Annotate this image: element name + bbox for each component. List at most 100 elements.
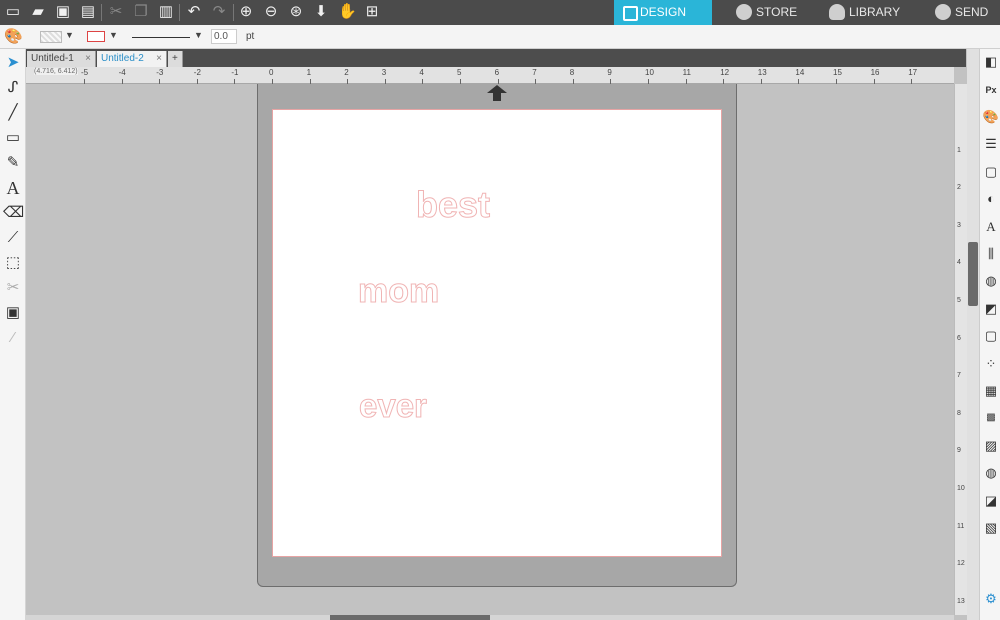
design-page[interactable]: [272, 109, 722, 557]
scissors-tool-icon[interactable]: ✂: [3, 278, 23, 298]
sketch-panel-icon[interactable]: ⁘: [982, 355, 1000, 373]
tab-store-label: STORE: [756, 5, 798, 19]
trace-panel-icon[interactable]: ▩: [982, 409, 1000, 427]
new-document-icon[interactable]: ▭: [4, 3, 22, 21]
horizontal-scrollbar[interactable]: [26, 615, 954, 620]
fill-color-swatch[interactable]: [40, 31, 62, 43]
print-icon[interactable]: ▤: [79, 3, 97, 21]
send-check-icon: [935, 4, 951, 20]
trace-tool-icon[interactable]: ▣: [3, 303, 23, 323]
tab-store[interactable]: STORE: [730, 0, 818, 25]
horizontal-scrollbar-thumb[interactable]: [330, 615, 490, 620]
eraser-tool-icon[interactable]: ⌫: [3, 203, 24, 223]
ruler-label: 11: [682, 68, 691, 77]
ruler-tick: [760, 79, 762, 84]
ruler-label: 3: [957, 221, 961, 229]
line-style-preview[interactable]: [132, 37, 190, 38]
offset-panel-icon[interactable]: ▢: [982, 327, 1000, 345]
vertical-ruler: 1 2 3 4 5 6 7 8 9 10 11 12 13: [954, 84, 967, 615]
ruler-label: -2: [193, 68, 201, 77]
tab-library[interactable]: LIBRARY: [823, 0, 923, 25]
cursor-coordinates: (4.716, 6.412): [34, 68, 78, 75]
fill-panel-icon[interactable]: 🎨: [982, 108, 1000, 126]
modify-panel-icon[interactable]: ◩: [982, 300, 1000, 318]
settings-gear-icon[interactable]: ⚙: [982, 590, 1000, 608]
cloud-icon: [829, 4, 845, 20]
tab-untitled-1[interactable]: Untitled-1 ×: [27, 51, 96, 67]
pencil-tool-icon[interactable]: ✎: [3, 153, 23, 173]
ruler-tick: [159, 79, 161, 84]
ruler-label: 0: [269, 68, 274, 77]
copy-icon[interactable]: ❐: [132, 3, 150, 21]
open-folder-icon[interactable]: ▰: [29, 3, 47, 21]
fill-dropdown-arrow-icon[interactable]: ▼: [65, 30, 74, 40]
text-object-mom[interactable]: mom: [357, 274, 439, 309]
line-width-unit: pt: [246, 31, 255, 42]
warp-panel-icon[interactable]: ◪: [982, 492, 1000, 510]
paste-icon[interactable]: ▥: [157, 3, 175, 21]
fit-to-page-icon[interactable]: ⊞: [363, 3, 381, 21]
add-tab-button[interactable]: +: [168, 51, 183, 67]
text-object-ever[interactable]: ever: [359, 389, 428, 423]
ruler-label: 5: [957, 297, 961, 304]
redo-icon[interactable]: ↷: [210, 3, 228, 21]
select-arrow-icon[interactable]: ➤: [3, 53, 23, 73]
crop-tool-icon[interactable]: ⬚: [3, 253, 23, 273]
knife-tool-icon[interactable]: ⟋: [3, 228, 23, 248]
rectangle-tool-icon[interactable]: ▭: [3, 128, 23, 148]
replicate-panel-icon[interactable]: ◍: [982, 272, 1000, 290]
ruler-label: 7: [532, 68, 537, 77]
shadow-panel-icon[interactable]: ◐: [982, 190, 1000, 208]
undo-icon[interactable]: ↶: [185, 3, 203, 21]
close-icon[interactable]: ×: [85, 51, 91, 67]
line-style-dropdown-icon[interactable]: ▼: [194, 30, 203, 40]
vertical-scrollbar-thumb[interactable]: [968, 242, 978, 306]
ruler-label: 17: [908, 68, 918, 77]
zoom-out-icon[interactable]: ⊖: [262, 3, 280, 21]
ruler-tick: [121, 79, 123, 84]
page-setup-icon[interactable]: ◧: [982, 53, 1000, 71]
line-width-input[interactable]: [211, 29, 237, 44]
palette-icon[interactable]: 🎨: [4, 28, 23, 46]
tab-library-label: LIBRARY: [849, 5, 901, 19]
zoom-in-icon[interactable]: ⊕: [237, 3, 255, 21]
ruler-label: 2: [957, 184, 961, 192]
text-object-best[interactable]: best: [415, 186, 490, 223]
toolbar-divider: [179, 4, 180, 21]
cut-icon[interactable]: ✂: [107, 3, 125, 21]
pixscan-icon[interactable]: Px: [982, 81, 1000, 99]
tab-design[interactable]: DESIGN: [614, 0, 712, 25]
save-icon[interactable]: ▣: [54, 3, 72, 21]
ruler-label: 9: [957, 447, 961, 455]
ruler-label: 7: [957, 372, 961, 380]
tab-send-label: SEND: [955, 5, 989, 19]
close-icon[interactable]: ×: [156, 51, 162, 67]
vertical-scrollbar[interactable]: [967, 49, 979, 620]
move-down-icon[interactable]: ⬇: [312, 3, 330, 21]
hatch-panel-icon[interactable]: ▨: [982, 437, 1000, 455]
texture-panel-icon[interactable]: ▧: [982, 519, 1000, 537]
align-panel-icon[interactable]: ⫼: [982, 245, 1000, 263]
line-style-panel-icon[interactable]: ☰: [982, 135, 1000, 153]
tab-untitled-2-label: Untitled-2: [101, 53, 144, 64]
eyedropper-tool-icon[interactable]: ⁄: [3, 328, 23, 348]
design-grid-icon: [623, 6, 638, 21]
text-tool-icon[interactable]: A: [3, 178, 23, 198]
line-tool-icon[interactable]: ╱: [3, 103, 23, 123]
zoom-select-icon[interactable]: ⊛: [287, 3, 305, 21]
ruler-label: 9: [607, 68, 612, 77]
tab-send[interactable]: SEND: [929, 0, 1000, 25]
grid-panel-icon[interactable]: ▦: [982, 382, 1000, 400]
line-color-swatch[interactable]: [87, 31, 105, 42]
ruler-label: 2: [344, 68, 349, 77]
tab-design-label: DESIGN: [640, 5, 687, 19]
transform-panel-icon[interactable]: ◍: [982, 464, 1000, 482]
pan-hand-icon[interactable]: ✋: [338, 3, 357, 21]
ruler-tick: [798, 79, 800, 84]
pattern-panel-icon[interactable]: ▢: [982, 163, 1000, 181]
tab-untitled-2[interactable]: Untitled-2 ×: [97, 51, 167, 67]
line-color-dropdown-icon[interactable]: ▼: [109, 30, 118, 40]
text-style-panel-icon[interactable]: A: [982, 218, 1000, 236]
edit-points-icon[interactable]: ᔑ: [3, 78, 23, 98]
ruler-label: 14: [795, 68, 805, 77]
